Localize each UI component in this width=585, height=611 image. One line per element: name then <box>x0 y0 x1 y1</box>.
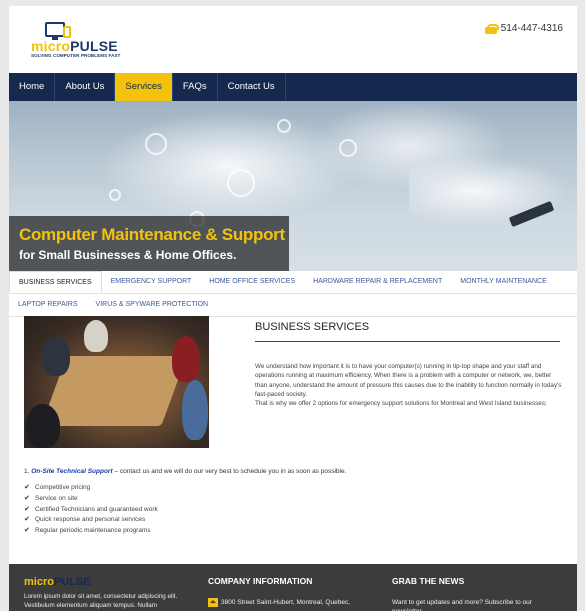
service-tabs: BUSINESS SERVICES EMERGENCY SUPPORT HOME… <box>9 271 577 317</box>
footer-address-text: 3800 Street Saint-Hubert, Montreal, Queb… <box>221 599 350 606</box>
list-item-label: Quick response and personal services <box>35 516 146 524</box>
tabs-row: BUSINESS SERVICES EMERGENCY SUPPORT HOME… <box>9 271 577 293</box>
logo-brand: microPULSE <box>31 38 118 54</box>
footer-news-text: Want to get updates and more? Subscribe … <box>392 599 532 611</box>
check-icon: ✔ <box>24 505 30 513</box>
hero-banner: Computer Maintenance & Support for Small… <box>9 101 577 271</box>
content-body: We understand how important it is to hav… <box>255 362 565 408</box>
phone-number: 514-447-4316 <box>500 23 563 34</box>
network-node-icon <box>277 119 291 133</box>
page: microPULSE SOLVING COMPUTER PROBLEMS FAS… <box>9 6 577 611</box>
content-paragraph: That is why we offer 2 options for emerg… <box>255 400 547 408</box>
footer: microPULSE Lorem ipsum dolor sit amet, c… <box>9 564 577 611</box>
content-title: BUSINESS SERVICES <box>255 321 370 333</box>
tab-hardware-repair[interactable]: HARDWARE REPAIR & REPLACEMENT <box>304 271 451 293</box>
business-meeting-photo <box>24 316 209 448</box>
tab-home-office-services[interactable]: HOME OFFICE SERVICES <box>200 271 304 293</box>
network-node-icon <box>109 189 121 201</box>
monitor-icon <box>45 22 65 40</box>
photo-person <box>172 336 200 382</box>
nav-item-home[interactable]: Home <box>9 73 56 101</box>
nav-item-about-us[interactable]: About Us <box>55 73 116 101</box>
onsite-support-line: 1. On-Site Technical Support – contact u… <box>24 468 564 475</box>
phone-contact[interactable]: 514-447-4316 <box>484 23 563 34</box>
footer-logo-part2: PULSE <box>53 576 91 588</box>
tabs-row: LAPTOP REPAIRS VIRUS & SPYWARE PROTECTIO… <box>9 293 577 315</box>
photo-person <box>182 380 208 440</box>
list-item-label: Service on site <box>35 494 78 502</box>
phone-icon <box>484 23 499 34</box>
feature-checklist: ✔ Competitive pricing ✔ Service on site ✔ C… <box>24 483 158 537</box>
footer-address: 3800 Street Saint-Hubert, Montreal, Queb… <box>208 598 350 607</box>
content-paragraph: We understand how important it is to hav… <box>255 363 562 398</box>
list-item: ✔ Service on site <box>24 494 158 505</box>
logo[interactable]: microPULSE SOLVING COMPUTER PROBLEMS FAS… <box>29 22 120 58</box>
phone-device-icon <box>63 26 71 38</box>
main-nav: Home About Us Services FAQs Contact Us <box>9 73 577 101</box>
hero-subtitle: for Small Businesses & Home Offices. <box>19 248 237 262</box>
tab-emergency-support[interactable]: EMERGENCY SUPPORT <box>102 271 201 293</box>
nav-item-contact-us[interactable]: Contact Us <box>218 73 286 101</box>
hero-title: Computer Maintenance & Support <box>19 225 285 244</box>
list-item: ✔ Certified Technicians and guaranteed wo… <box>24 505 158 516</box>
check-icon: ✔ <box>24 494 30 502</box>
footer-company-heading: COMPANY INFORMATION <box>208 576 313 586</box>
logo-brand-part1: micro <box>31 38 71 54</box>
footer-logo-part1: micro <box>24 576 54 588</box>
onsite-text: – contact us and we will do our very bes… <box>112 468 347 475</box>
list-item-label: Competitive pricing <box>35 484 91 491</box>
tab-business-services[interactable]: BUSINESS SERVICES <box>9 271 102 293</box>
network-node-icon <box>227 169 255 197</box>
check-icon: ✔ <box>24 527 30 535</box>
home-icon <box>208 598 218 607</box>
world-map-graphic <box>409 156 569 226</box>
header: microPULSE SOLVING COMPUTER PROBLEMS FAS… <box>9 6 577 72</box>
check-icon: ✔ <box>24 484 30 491</box>
footer-logo[interactable]: microPULSE <box>24 576 91 588</box>
network-node-icon <box>339 139 357 157</box>
nav-item-services[interactable]: Services <box>115 73 173 101</box>
list-item: ✔ Regular periodic maintenance programs <box>24 526 158 537</box>
tab-virus-spyware-protection[interactable]: VIRUS & SPYWARE PROTECTION <box>87 294 218 316</box>
photo-person <box>42 336 70 376</box>
tab-laptop-repairs[interactable]: LAPTOP REPAIRS <box>9 294 87 316</box>
list-item-label: Certified Technicians and guaranteed wor… <box>35 505 158 513</box>
logo-mark: microPULSE <box>29 22 118 54</box>
tab-monthly-maintenance[interactable]: MONTHLY MAINTENANCE <box>451 271 555 293</box>
nav-item-faqs[interactable]: FAQs <box>173 73 218 101</box>
photo-person <box>26 404 60 448</box>
logo-brand-part2: PULSE <box>70 38 118 54</box>
title-divider <box>255 341 560 342</box>
network-node-icon <box>145 133 167 155</box>
footer-news-heading: GRAB THE NEWS <box>392 576 465 586</box>
onsite-highlight: On-Site Technical Support <box>31 468 113 475</box>
list-item-label: Regular periodic maintenance programs <box>35 527 151 535</box>
list-item: ✔ Competitive pricing <box>24 483 158 494</box>
check-icon: ✔ <box>24 516 30 524</box>
footer-about-text: Lorem ipsum dolor sit amet, consectetur … <box>24 593 178 609</box>
photo-person <box>84 320 108 352</box>
list-item: ✔ Quick response and personal services <box>24 515 158 526</box>
